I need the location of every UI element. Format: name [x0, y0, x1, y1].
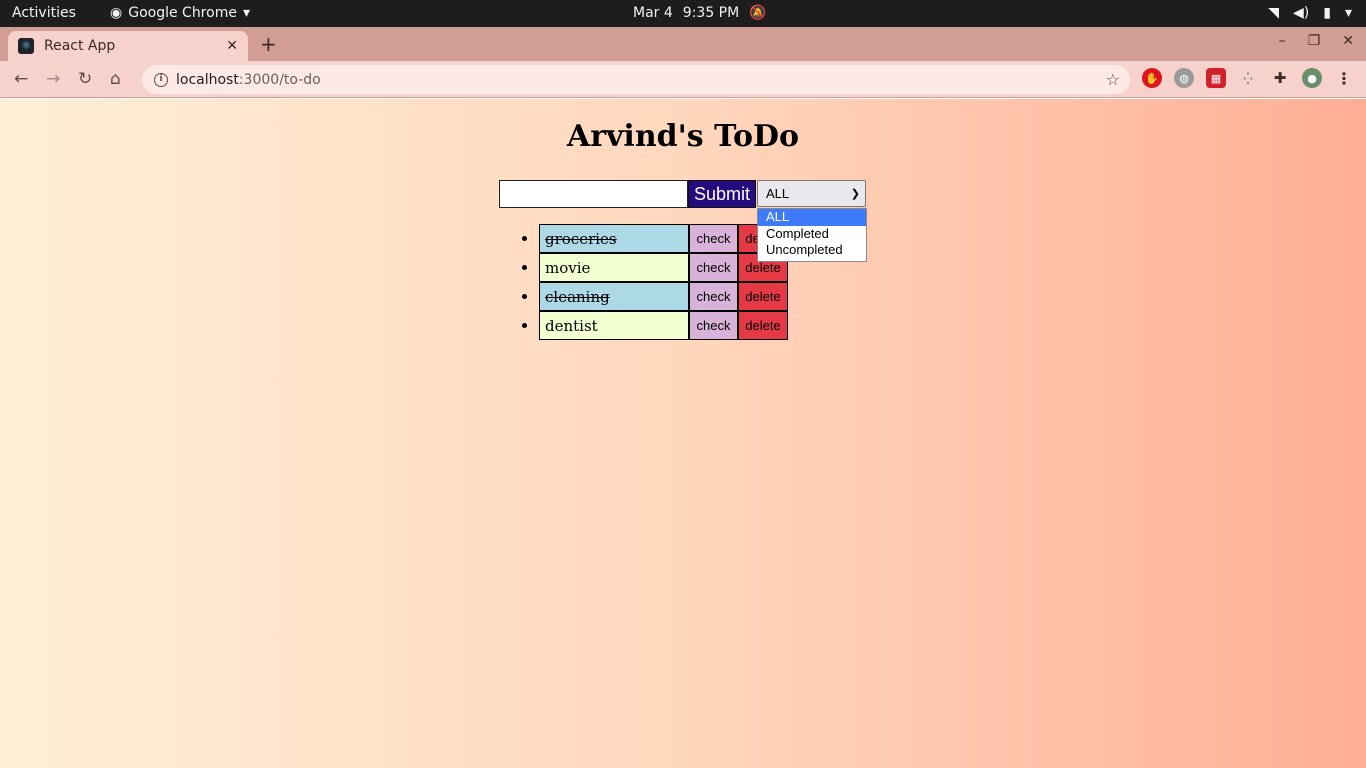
- todo-text: dentist: [539, 311, 689, 340]
- bookmark-star-icon[interactable]: ☆: [1106, 70, 1120, 89]
- tab-react-app[interactable]: ⚛ React App ✕: [8, 31, 248, 61]
- filter-option-uncompleted[interactable]: Uncompleted: [758, 242, 866, 259]
- clock-date: Mar 4: [633, 5, 673, 21]
- adblock-extension-icon[interactable]: ✋: [1142, 68, 1162, 88]
- minimize-icon[interactable]: –: [1279, 33, 1286, 49]
- todo-text: groceries: [539, 224, 689, 253]
- address-bar[interactable]: i localhost:3000/to-do ☆: [142, 65, 1130, 94]
- caret-down-icon: ▾: [1344, 5, 1352, 21]
- forward-icon[interactable]: →: [46, 69, 60, 89]
- close-window-icon[interactable]: ✕: [1342, 33, 1354, 49]
- caret-down-icon: ▾: [242, 5, 250, 21]
- todo-item: groceries check delete: [522, 224, 788, 253]
- volume-icon: ◀): [1293, 5, 1310, 21]
- system-top-bar: Activities ◉ Google Chrome ▾ Mar 4 9:35 …: [0, 0, 1366, 27]
- todo-input[interactable]: [499, 180, 688, 208]
- list-bullet: [522, 294, 527, 299]
- todo-text: movie: [539, 253, 689, 282]
- filter-dropdown: ALL Completed Uncompleted: [757, 208, 867, 262]
- react-favicon-icon: ⚛: [18, 38, 34, 54]
- filter-option-all[interactable]: ALL: [758, 209, 866, 226]
- url-path: :3000/to-do: [238, 71, 321, 88]
- chrome-icon: ◉: [110, 5, 123, 21]
- close-tab-icon[interactable]: ✕: [226, 38, 238, 54]
- chevron-down-icon: ❯: [850, 188, 860, 200]
- app-menu-label: Google Chrome: [128, 5, 237, 21]
- todo-item: dentist check delete: [522, 311, 788, 340]
- clock[interactable]: Mar 4 9:35 PM 🔕: [633, 5, 767, 21]
- extension-icon[interactable]: ◍: [1174, 68, 1194, 88]
- list-bullet: [522, 236, 527, 241]
- tab-title: React App: [44, 38, 116, 54]
- window-controls: – ❐ ✕: [1279, 33, 1354, 49]
- site-info-icon[interactable]: i: [154, 72, 168, 87]
- notifications-muted-icon: 🔕: [749, 5, 767, 21]
- extensions-area: ✋ ◍ ▦ ⁛ ✚ ● ⋮: [1142, 68, 1354, 88]
- check-button[interactable]: check: [689, 224, 738, 253]
- filter-option-completed[interactable]: Completed: [758, 226, 866, 243]
- kebab-menu-icon[interactable]: ⋮: [1334, 68, 1354, 88]
- check-button[interactable]: check: [689, 311, 738, 340]
- list-bullet: [522, 323, 527, 328]
- page-title: Arvind's ToDo: [566, 119, 800, 154]
- app-menu[interactable]: ◉ Google Chrome ▾: [110, 5, 250, 21]
- browser-toolbar: ← → ↻ ⌂ i localhost:3000/to-do ☆ ✋ ◍ ▦ ⁛…: [0, 61, 1366, 98]
- tab-strip: ⚛ React App ✕ + – ❐ ✕: [0, 27, 1366, 61]
- url-host: localhost: [176, 71, 239, 88]
- todo-item: movie check delete: [522, 253, 788, 282]
- battery-icon: ▮: [1323, 5, 1331, 21]
- system-tray[interactable]: ◥ ◀) ▮ ▾: [1268, 5, 1352, 21]
- back-icon[interactable]: ←: [14, 69, 28, 89]
- check-button[interactable]: check: [689, 253, 738, 282]
- todo-item: cleaning check delete: [522, 282, 788, 311]
- profile-avatar[interactable]: ●: [1302, 68, 1322, 88]
- clock-time: 9:35 PM: [682, 5, 740, 21]
- puzzle-extensions-icon[interactable]: ✚: [1270, 68, 1290, 88]
- extension-icon[interactable]: ▦: [1206, 68, 1226, 88]
- new-tab-button[interactable]: +: [260, 32, 277, 56]
- filter-selected-value: ALL: [766, 186, 790, 201]
- todo-text: cleaning: [539, 282, 689, 311]
- filter-select[interactable]: ALL ❯: [757, 180, 866, 207]
- delete-button[interactable]: delete: [738, 311, 788, 340]
- delete-button[interactable]: delete: [738, 282, 788, 311]
- extension-icon[interactable]: ⁛: [1238, 68, 1258, 88]
- check-button[interactable]: check: [689, 282, 738, 311]
- submit-button[interactable]: Submit: [688, 180, 756, 208]
- reload-icon[interactable]: ↻: [78, 69, 92, 89]
- wifi-icon: ◥: [1268, 5, 1280, 21]
- todo-list: groceries check delete movie check delet…: [522, 224, 788, 340]
- restore-icon[interactable]: ❐: [1308, 33, 1321, 49]
- page-content: Arvind's ToDo Submit ALL ❯ groceries che…: [0, 99, 1366, 768]
- list-bullet: [522, 265, 527, 270]
- home-icon[interactable]: ⌂: [110, 69, 121, 89]
- activities-button[interactable]: Activities: [12, 5, 76, 21]
